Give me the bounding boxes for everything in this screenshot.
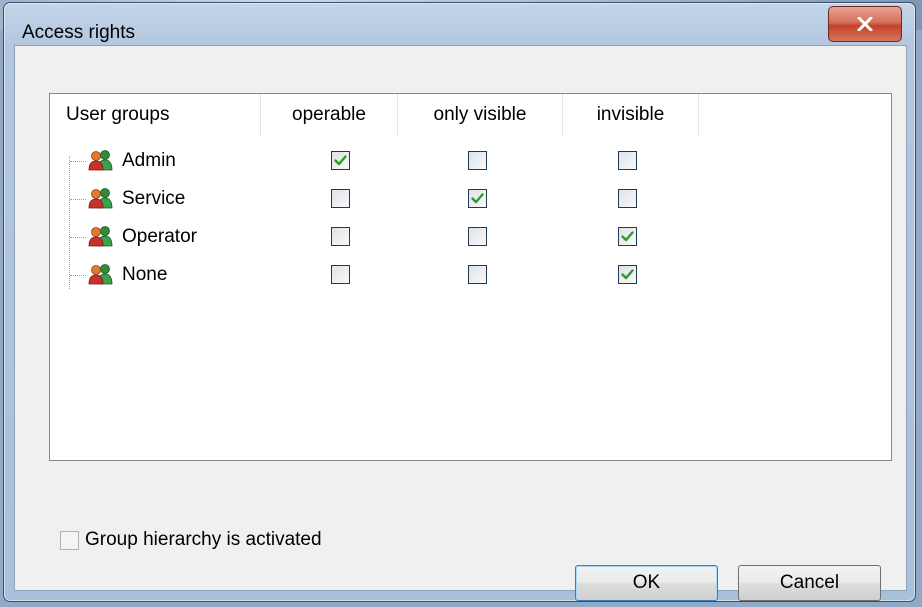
- access-rights-table: User groups operable only visible invisi…: [49, 93, 892, 461]
- user-group-name[interactable]: Service: [122, 188, 185, 210]
- checkbox-invisible[interactable]: [618, 151, 637, 170]
- user-group-icon: [88, 225, 114, 247]
- column-header-operable[interactable]: operable: [261, 94, 398, 136]
- table-header: User groups operable only visible invisi…: [50, 94, 891, 136]
- checkbox-invisible[interactable]: [618, 189, 637, 208]
- table-row[interactable]: Service: [50, 181, 893, 219]
- user-group-name[interactable]: Admin: [122, 150, 176, 172]
- user-group-icon: [88, 149, 114, 171]
- dialog-client-area: User groups operable only visible invisi…: [14, 45, 907, 601]
- ok-button[interactable]: OK: [575, 565, 718, 601]
- tree-connector-branch: [70, 237, 86, 238]
- checkmark-icon: [621, 231, 634, 242]
- user-group-icon: [88, 263, 114, 285]
- checkbox-invisible[interactable]: [618, 227, 637, 246]
- user-group-name[interactable]: None: [122, 264, 167, 286]
- tree-connector-branch: [70, 199, 86, 200]
- tree-connector-branch: [70, 161, 86, 162]
- checkbox-operable[interactable]: [331, 227, 350, 246]
- checkbox-operable[interactable]: [331, 265, 350, 284]
- tree-connector-branch: [70, 275, 86, 276]
- column-header-user-groups[interactable]: User groups: [50, 94, 261, 136]
- checkbox-only-visible[interactable]: [468, 227, 487, 246]
- table-row[interactable]: Operator: [50, 219, 893, 257]
- table-row[interactable]: None: [50, 257, 893, 295]
- close-icon: [857, 17, 873, 31]
- user-group-icon: [88, 187, 114, 209]
- group-hierarchy-checkbox[interactable]: [60, 531, 79, 550]
- title-bar[interactable]: Access rights: [4, 3, 915, 45]
- checkbox-operable[interactable]: [331, 189, 350, 208]
- user-group-name[interactable]: Operator: [122, 226, 197, 248]
- checkmark-icon: [471, 193, 484, 204]
- checkbox-only-visible[interactable]: [468, 189, 487, 208]
- checkmark-icon: [334, 155, 347, 166]
- table-row[interactable]: Admin: [50, 143, 893, 181]
- access-rights-dialog: Access rights User groups operable only …: [3, 2, 916, 602]
- checkbox-operable[interactable]: [331, 151, 350, 170]
- group-hierarchy-label: Group hierarchy is activated: [85, 529, 322, 550]
- column-header-invisible[interactable]: invisible: [563, 94, 699, 136]
- close-button[interactable]: [828, 6, 902, 42]
- checkbox-invisible[interactable]: [618, 265, 637, 284]
- checkbox-only-visible[interactable]: [468, 151, 487, 170]
- column-header-only-visible[interactable]: only visible: [398, 94, 563, 136]
- checkbox-only-visible[interactable]: [468, 265, 487, 284]
- cancel-button[interactable]: Cancel: [738, 565, 881, 601]
- dialog-title: Access rights: [22, 22, 135, 43]
- checkmark-icon: [621, 269, 634, 280]
